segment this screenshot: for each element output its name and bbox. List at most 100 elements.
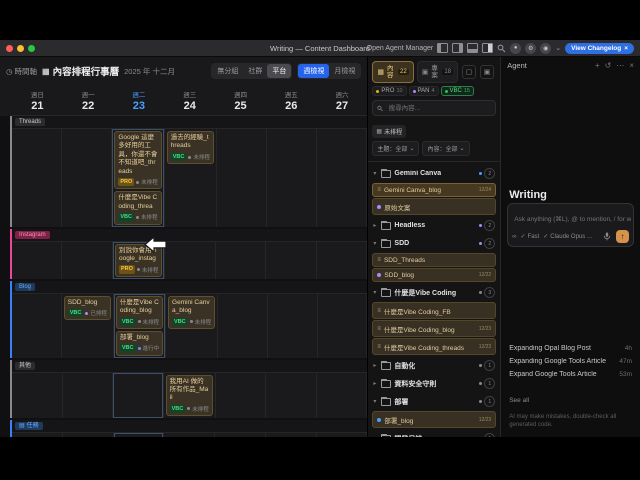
calendar-cell[interactable]	[317, 241, 367, 279]
mode-selector[interactable]: ✓ Fast	[521, 233, 540, 240]
account-icon[interactable]: ◉	[540, 43, 551, 54]
agent-task[interactable]: Expand Google Tools Article 53m	[509, 371, 632, 378]
folder-automation[interactable]: ▸ 自動化 1	[368, 356, 500, 374]
content-dropdown[interactable]: 內容：全部 ⌄	[422, 141, 469, 156]
group-label-tasks[interactable]: ▤ 任務	[15, 422, 43, 430]
calendar-cell[interactable]	[266, 372, 317, 419]
calendar-cell[interactable]	[267, 128, 317, 227]
unscheduled-filter-chip[interactable]: ▦ 未排程	[372, 125, 406, 138]
calendar-cell[interactable]	[62, 241, 113, 279]
tab-projects[interactable]: ▣ 專案 18	[417, 61, 458, 83]
minimize-window-icon[interactable]	[17, 45, 24, 52]
calendar-cell[interactable]	[217, 128, 267, 227]
calendar-cell[interactable]	[165, 241, 216, 279]
calendar-cell[interactable]	[216, 241, 267, 279]
calendar-cell[interactable]	[164, 432, 215, 437]
calendar-cell[interactable]	[113, 372, 164, 419]
chevron-down-icon[interactable]: ▾	[373, 289, 378, 296]
calendar-cell[interactable]	[12, 432, 63, 437]
calendar-cell[interactable]: 過去的經驗_threads VBC 未排程	[165, 128, 217, 227]
agent-task[interactable]: Expanding Google Tools Article 47m	[509, 358, 632, 365]
content-card[interactable]: 我用AI 做的所有作品_Mail VBC 未排程	[166, 375, 213, 417]
filter-pan[interactable]: PAN 4	[409, 86, 439, 96]
tab-month-view[interactable]: 月檢視	[329, 64, 360, 78]
day-column-thu[interactable]: 週四25	[215, 85, 266, 115]
chevron-right-icon[interactable]: ▸	[373, 222, 378, 229]
day-column-tue-selected[interactable]: 週二23	[114, 85, 165, 115]
search-icon[interactable]	[497, 44, 506, 53]
calendar-cell[interactable]: 什麼是Vibe Coding_blog VBC 未排程 部署_blog VBC …	[114, 293, 166, 358]
library-item[interactable]: ≡ 什麼是Vibe Coding_FB	[372, 302, 496, 319]
chevron-down-icon[interactable]: ▾	[373, 170, 378, 177]
chevron-down-icon[interactable]: ⌄	[555, 44, 561, 52]
open-agent-manager-button[interactable]: Open Agent Manager	[367, 45, 434, 52]
search-box[interactable]	[372, 100, 496, 116]
more-icon[interactable]: ⋯	[616, 61, 624, 70]
calendar-cell[interactable]: Gemini Canva_blog VBC 未排程	[166, 293, 218, 358]
folder-sdd[interactable]: ▾ SDD 2	[368, 234, 500, 252]
topic-dropdown[interactable]: 主題：全部 ⌄	[372, 141, 419, 156]
tab-social[interactable]: 社群	[243, 64, 267, 78]
chevron-right-icon[interactable]: ▸	[373, 435, 378, 437]
close-window-icon[interactable]	[6, 45, 13, 52]
agent-input-box[interactable]: ∞ ✓ Fast ✓ Claude Opus … ↑	[507, 203, 634, 247]
library-item[interactable]: ≡ 什麼是Vibe Coding_blog 12/23	[372, 320, 496, 337]
calendar-cell[interactable]	[12, 293, 62, 358]
loop-icon[interactable]: ∞	[512, 234, 516, 240]
content-card[interactable]: Google 這麼多好用的工具，你還不會不知道吧_threads PRO 未排程	[114, 131, 161, 189]
new-chat-icon[interactable]: +	[595, 61, 600, 70]
tab-week-view[interactable]: 週檢視	[298, 64, 329, 78]
calendar-cell[interactable]: 別說你會用Google_instag PRO 未排程	[113, 241, 165, 279]
folder-dev-log[interactable]: ▸ 開發日誌 1	[368, 429, 500, 437]
content-card[interactable]: 什麼是Vibe Coding_blog VBC 未排程	[116, 296, 163, 329]
content-card[interactable]: 部署_blog VBC 進行中	[116, 331, 163, 356]
folder-deploy[interactable]: ▾ 部署 1	[368, 392, 500, 410]
panel-bottom-icon[interactable]	[467, 43, 478, 53]
folder-data-security[interactable]: ▸ 資料安全守則 1	[368, 374, 500, 392]
tab-content[interactable]: ▦ 內容 22	[372, 61, 413, 83]
view-changelog-button[interactable]: View Changelog ×	[565, 43, 634, 54]
calendar-cell[interactable]	[12, 128, 62, 227]
see-all-link[interactable]: See all	[509, 397, 529, 404]
tab-platform[interactable]: 平台	[267, 64, 291, 78]
calendar-cell[interactable]: 我用AI 做的所有作品_Mail VBC 未排程	[164, 372, 216, 419]
group-label-other[interactable]: 其他	[15, 362, 35, 370]
microphone-icon[interactable]	[603, 232, 611, 241]
calendar-cell[interactable]	[317, 372, 368, 419]
content-card[interactable]: 過去的經驗_threads VBC 未排程	[167, 131, 214, 164]
calendar-cell[interactable]: □ 一人事業	[215, 432, 266, 437]
library-item[interactable]: ≡ 什麼是Vibe Coding_threads 12/23	[372, 338, 496, 355]
chevron-right-icon[interactable]: ▸	[373, 362, 378, 369]
day-column-sat[interactable]: 週六27	[317, 85, 368, 115]
calendar-cell[interactable]	[63, 372, 114, 419]
group-label-instagram[interactable]: Instagram	[15, 231, 50, 239]
library-item[interactable]: SDD_blog 12/22	[372, 268, 496, 282]
filter-pro[interactable]: PRO 10	[372, 86, 406, 96]
folder-gemini-canva[interactable]: ▾ Gemini Canva 2	[368, 164, 500, 182]
content-card[interactable]: 什麼是Vibe Coding_threa VBC 未排程	[114, 191, 161, 224]
search-input[interactable]	[387, 104, 492, 113]
calendar-cell[interactable]	[62, 128, 112, 227]
calendar-cell[interactable]	[318, 293, 368, 358]
library-item[interactable]: 部署_blog 12/23	[372, 411, 496, 428]
content-card[interactable]: SDD_blog VBC 已排程	[64, 296, 111, 321]
settings-icon[interactable]: ⚙	[525, 43, 536, 54]
calendar-cell[interactable]	[317, 128, 367, 227]
expand-panel-button[interactable]: ▣	[480, 65, 494, 79]
panel-toggle-icon[interactable]	[482, 43, 493, 53]
chevron-right-icon[interactable]: ▸	[373, 380, 378, 387]
calendar-cell[interactable]: □ 問題集.md	[114, 432, 165, 437]
filter-vbc[interactable]: VBC 15	[441, 86, 474, 96]
calendar-cell[interactable]	[216, 372, 267, 419]
history-icon[interactable]: ↺	[605, 61, 612, 70]
panel-right-icon[interactable]	[452, 43, 463, 53]
calendar-cell[interactable]	[218, 293, 268, 358]
timeline-button[interactable]: ◷ 時間軸	[6, 66, 37, 77]
folder-headless[interactable]: ▸ Headless 2	[368, 216, 500, 234]
group-label-threads[interactable]: Threads	[15, 118, 45, 126]
day-column-fri[interactable]: 週五26	[266, 85, 317, 115]
calendar-cell[interactable]: Google 這麼多好用的工具，你還不會不知道吧_threads PRO 未排程…	[112, 128, 164, 227]
tab-no-group[interactable]: 無分組	[212, 64, 243, 78]
day-column-sun[interactable]: 週日21	[12, 85, 63, 115]
calendar-cell[interactable]	[266, 241, 317, 279]
